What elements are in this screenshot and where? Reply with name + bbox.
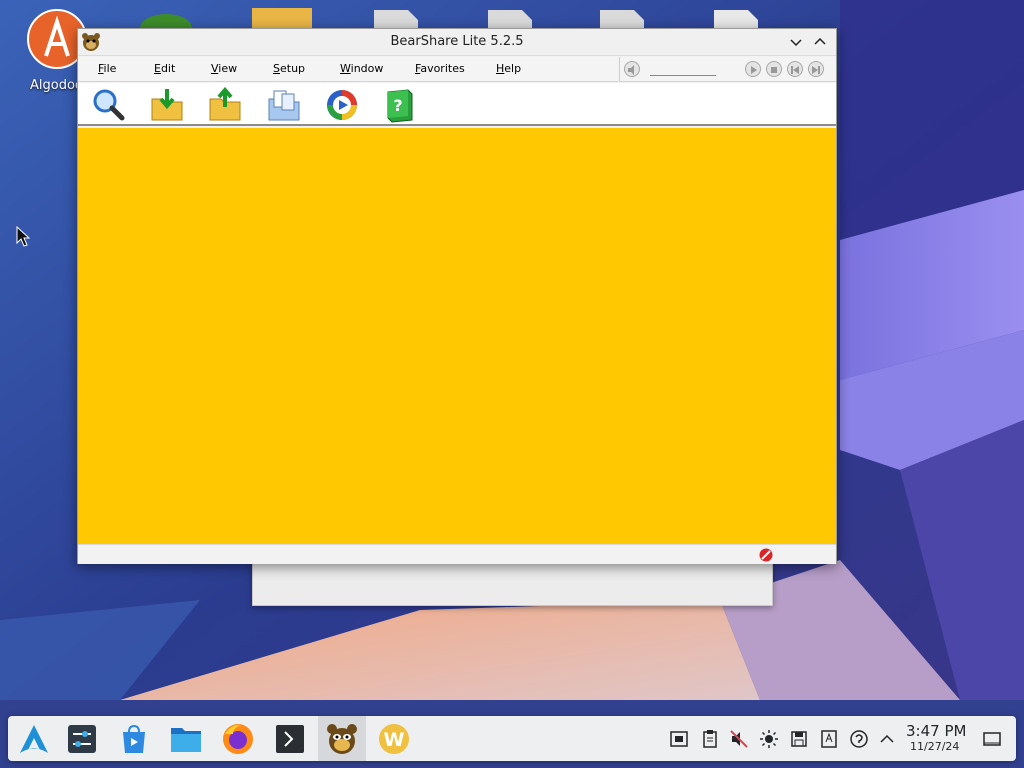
desktop-icon-partial-file[interactable] bbox=[712, 10, 760, 30]
taskbar: W 3:47 PM 11/27/24 bbox=[8, 716, 1016, 761]
svg-text:W: W bbox=[384, 729, 405, 751]
svg-text:?: ? bbox=[393, 96, 402, 115]
play-icon bbox=[751, 66, 757, 74]
notes-icon[interactable] bbox=[819, 729, 839, 749]
disconnected-icon[interactable] bbox=[759, 548, 773, 562]
maximize-button[interactable] bbox=[811, 33, 829, 51]
upload-folder-icon[interactable] bbox=[207, 87, 243, 123]
minimize-button[interactable] bbox=[787, 33, 805, 51]
firefox-icon[interactable] bbox=[221, 722, 255, 756]
mouse-cursor-icon bbox=[16, 226, 31, 247]
player-play-button[interactable] bbox=[745, 61, 761, 77]
terminal-icon[interactable] bbox=[273, 722, 307, 756]
network-icon[interactable] bbox=[849, 729, 869, 749]
disk-icon[interactable] bbox=[789, 729, 809, 749]
menu-edit[interactable]: Edit bbox=[154, 62, 175, 75]
media-player-icon[interactable] bbox=[324, 87, 360, 123]
player-next-button[interactable] bbox=[808, 61, 824, 77]
brightness-icon[interactable] bbox=[759, 729, 779, 749]
system-settings-icon[interactable] bbox=[65, 722, 99, 756]
menu-help[interactable]: Help bbox=[496, 62, 521, 75]
bearshare-window[interactable]: BearShare Lite 5.2.5 File Edit View Setu… bbox=[77, 28, 837, 564]
player-volume-slider[interactable] bbox=[650, 75, 716, 76]
content-area[interactable] bbox=[78, 128, 836, 544]
clipboard-icon[interactable] bbox=[700, 729, 720, 749]
player-previous-button[interactable] bbox=[787, 61, 803, 77]
next-icon bbox=[812, 66, 820, 74]
app-launcher-icon[interactable] bbox=[17, 722, 51, 756]
file-manager-icon[interactable] bbox=[169, 722, 203, 756]
show-desktop-icon[interactable] bbox=[982, 729, 1002, 749]
bearshare-icon[interactable] bbox=[325, 722, 359, 756]
discover-store-icon[interactable] bbox=[117, 722, 151, 756]
menu-file[interactable]: File bbox=[98, 62, 116, 75]
help-book-icon[interactable]: ? bbox=[382, 87, 418, 123]
desktop-icon-partial-folder[interactable] bbox=[250, 8, 314, 28]
library-icon[interactable] bbox=[266, 87, 302, 123]
show-hidden-icon[interactable] bbox=[877, 729, 897, 749]
title-bar[interactable]: BearShare Lite 5.2.5 bbox=[78, 29, 836, 56]
player-mute-button[interactable] bbox=[624, 61, 640, 77]
main-toolbar: ? bbox=[78, 83, 836, 126]
media-player-bar bbox=[619, 57, 836, 82]
menu-view[interactable]: View bbox=[211, 62, 237, 75]
wps-writer-icon[interactable]: W bbox=[377, 722, 411, 756]
desktop-icon-partial-green[interactable] bbox=[136, 8, 196, 28]
menu-window[interactable]: Window bbox=[340, 62, 383, 75]
desktop-icon-partial-file[interactable] bbox=[486, 10, 534, 30]
menu-favorites[interactable]: Favorites bbox=[415, 62, 465, 75]
search-icon[interactable] bbox=[90, 87, 126, 123]
previous-icon bbox=[791, 66, 799, 74]
status-bar bbox=[78, 544, 836, 564]
clock-time[interactable]: 3:47 PM bbox=[906, 722, 966, 740]
desktop-icon-partial-file[interactable] bbox=[372, 10, 420, 30]
volume-muted-icon[interactable] bbox=[729, 729, 749, 749]
stop-icon bbox=[771, 67, 777, 73]
clock-date[interactable]: 11/27/24 bbox=[910, 740, 959, 753]
vault-icon[interactable] bbox=[669, 729, 689, 749]
window-title: BearShare Lite 5.2.5 bbox=[390, 34, 524, 49]
speaker-icon bbox=[628, 65, 634, 75]
menu-bar: File Edit View Setup Window Favorites He… bbox=[78, 57, 618, 82]
player-stop-button[interactable] bbox=[766, 61, 782, 77]
menu-setup[interactable]: Setup bbox=[273, 62, 305, 75]
desktop-icon-partial-file[interactable] bbox=[598, 10, 646, 30]
background-window[interactable] bbox=[252, 560, 773, 606]
download-folder-icon[interactable] bbox=[149, 87, 185, 123]
